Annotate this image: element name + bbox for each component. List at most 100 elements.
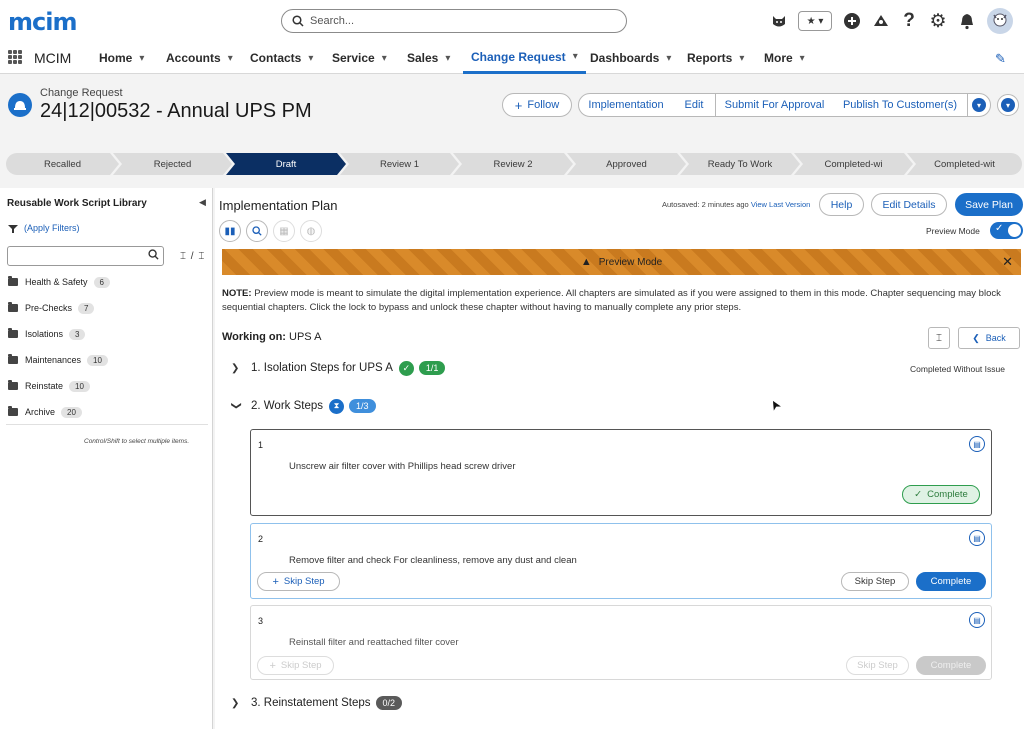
search-icon[interactable] bbox=[246, 220, 268, 242]
trailhead-icon[interactable] bbox=[870, 10, 892, 32]
complete-button[interactable]: ✓ Complete bbox=[902, 485, 980, 504]
path-step-review-1[interactable]: Review 1 bbox=[340, 153, 459, 175]
nav-item-accounts[interactable]: Accounts ▾ bbox=[166, 42, 233, 74]
cat-avatar-icon[interactable] bbox=[768, 10, 790, 32]
collapse-all-button[interactable]: ⌶ bbox=[928, 327, 950, 349]
nav-item-more[interactable]: More ▾ bbox=[764, 42, 805, 74]
more-actions-dropdown[interactable]: ▾ bbox=[967, 93, 991, 117]
library-title: Reusable Work Script Library bbox=[7, 198, 147, 209]
library-item-maintenances[interactable]: Maintenances 10 bbox=[8, 352, 108, 368]
path-step-ready-to-work[interactable]: Ready To Work bbox=[680, 153, 800, 175]
chevron-down-icon[interactable]: ▾ bbox=[573, 51, 578, 62]
filter-icon[interactable] bbox=[8, 224, 18, 237]
nav-item-reports[interactable]: Reports ▾ bbox=[687, 42, 744, 74]
complete-button[interactable]: Complete bbox=[916, 656, 986, 675]
chapter-reinstatement-steps[interactable]: ❯ 3. Reinstatement Steps 0/2 bbox=[231, 692, 403, 714]
path-step-recalled[interactable]: Recalled bbox=[6, 153, 119, 175]
follow-button[interactable]: + Follow bbox=[502, 93, 572, 117]
chevron-down-icon[interactable]: ▾ bbox=[228, 53, 233, 64]
header-menu-dropdown[interactable]: ▾ bbox=[997, 94, 1019, 116]
favorites-star-icon[interactable]: ★ ▾ bbox=[798, 11, 832, 31]
skip-step-button[interactable]: Skip Step bbox=[846, 656, 909, 675]
library-item-archive[interactable]: Archive 20 bbox=[8, 404, 82, 420]
change-request-icon bbox=[8, 93, 32, 117]
nav-item-service[interactable]: Service ▾ bbox=[332, 42, 387, 74]
nav-item-sales[interactable]: Sales ▾ bbox=[407, 42, 450, 74]
nav-label: Change Request bbox=[471, 49, 566, 64]
skip-step-add-button[interactable]: + Skip Step bbox=[257, 656, 334, 675]
skip-step-button[interactable]: Skip Step bbox=[841, 572, 909, 591]
nav-item-home[interactable]: Home ▾ bbox=[99, 42, 144, 74]
user-avatar-icon[interactable] bbox=[987, 8, 1013, 34]
nav-item-dashboards[interactable]: Dashboards ▾ bbox=[590, 42, 671, 74]
step-number: 3 bbox=[258, 616, 264, 626]
chapter-isolation-steps[interactable]: ❯ 1. Isolation Steps for UPS A ✓ 1/1 bbox=[231, 357, 446, 379]
collapse-left-icon[interactable]: ◀ bbox=[199, 197, 206, 208]
path-step-rejected[interactable]: Rejected bbox=[113, 153, 232, 175]
chevron-down-icon[interactable]: ▾ bbox=[800, 53, 805, 64]
library-item-health-safety[interactable]: Health & Safety 6 bbox=[8, 274, 110, 290]
hourglass-icon: ⧗ bbox=[329, 398, 345, 414]
layout-icon[interactable]: ▦ bbox=[273, 220, 295, 242]
object-label: Change Request bbox=[40, 87, 123, 99]
library-item-isolations[interactable]: Isolations 3 bbox=[8, 326, 86, 342]
skip-step-label: Skip Step bbox=[283, 576, 325, 587]
clipboard-icon[interactable]: ▤ bbox=[969, 530, 985, 546]
save-plan-button[interactable]: Save Plan bbox=[955, 193, 1023, 216]
search-icon[interactable] bbox=[148, 249, 159, 263]
chevron-down-icon[interactable]: ▾ bbox=[739, 53, 744, 64]
publish-to-customers-button[interactable]: Publish To Customer(s) bbox=[833, 93, 968, 117]
chevron-down-icon[interactable]: ▾ bbox=[382, 53, 387, 64]
settings-gear-icon[interactable]: ⚙ bbox=[927, 10, 949, 32]
notifications-bell-icon[interactable] bbox=[956, 10, 978, 32]
nav-label: Accounts bbox=[166, 51, 221, 65]
global-search[interactable] bbox=[281, 9, 627, 33]
book-view-icon[interactable]: ▮▮ bbox=[219, 220, 241, 242]
expand-collapse-all-icon[interactable]: ⌶ / ⌶ bbox=[180, 251, 205, 262]
path-step-completed-wi[interactable]: Completed-wi bbox=[794, 153, 913, 175]
path-step-completed-wit[interactable]: Completed-wit bbox=[907, 153, 1022, 175]
mcim-logo[interactable]: mcim bbox=[8, 8, 77, 36]
nav-label: Dashboards bbox=[590, 51, 660, 65]
chevron-right-icon[interactable]: ❯ bbox=[231, 698, 241, 709]
app-launcher-icon[interactable] bbox=[8, 50, 22, 64]
close-icon[interactable]: ✕ bbox=[1002, 254, 1013, 270]
edit-details-button[interactable]: Edit Details bbox=[871, 193, 947, 216]
skip-step-add-button[interactable]: + Skip Step bbox=[257, 572, 340, 591]
complete-button[interactable]: Complete bbox=[916, 572, 986, 591]
database-icon[interactable]: ◍ bbox=[300, 220, 322, 242]
chevron-right-icon[interactable]: ❯ bbox=[231, 363, 241, 374]
library-search-input[interactable] bbox=[7, 246, 164, 266]
apply-filters-link[interactable]: (Apply Filters) bbox=[24, 223, 80, 233]
chevron-down-icon[interactable]: ▾ bbox=[445, 53, 450, 64]
edit-button[interactable]: Edit bbox=[673, 93, 716, 117]
chapter-work-steps[interactable]: ❯ 2. Work Steps ⧗ 1/3 bbox=[231, 395, 376, 417]
nav-item-contacts[interactable]: Contacts ▾ bbox=[250, 42, 313, 74]
chevron-down-icon[interactable]: ❯ bbox=[231, 401, 242, 411]
path-step-draft[interactable]: Draft bbox=[226, 153, 346, 175]
status-path: Recalled Rejected Draft Review 1 Review … bbox=[6, 153, 1022, 175]
nav-item-change-request[interactable]: Change Request ▾ bbox=[463, 42, 586, 74]
add-icon[interactable] bbox=[841, 10, 863, 32]
chevron-down-icon[interactable]: ▾ bbox=[308, 53, 313, 64]
implementation-button[interactable]: Implementation bbox=[578, 93, 674, 117]
check-circle-icon: ✓ bbox=[398, 360, 414, 376]
clipboard-icon[interactable]: ▤ bbox=[969, 612, 985, 628]
nav-label: Service bbox=[332, 51, 375, 65]
chevron-down-icon[interactable]: ▾ bbox=[666, 53, 671, 64]
pencil-edit-icon[interactable]: ✎ bbox=[995, 51, 1006, 67]
help-button[interactable]: Help bbox=[819, 193, 864, 216]
search-input[interactable] bbox=[310, 15, 600, 27]
view-last-version-link[interactable]: View Last Version bbox=[751, 200, 810, 209]
preview-mode-toggle[interactable]: ✓ bbox=[990, 222, 1023, 239]
clipboard-icon[interactable]: ▤ bbox=[969, 436, 985, 452]
path-step-approved[interactable]: Approved bbox=[567, 153, 686, 175]
back-button[interactable]: ❮ Back bbox=[958, 327, 1020, 349]
submit-for-approval-button[interactable]: Submit For Approval bbox=[715, 93, 834, 117]
path-step-review-2[interactable]: Review 2 bbox=[453, 153, 573, 175]
help-icon[interactable]: ? bbox=[898, 10, 920, 32]
library-item-reinstate[interactable]: Reinstate 10 bbox=[8, 378, 90, 394]
record-title: 24|12|00532 - Annual UPS PM bbox=[40, 100, 312, 122]
library-item-pre-checks[interactable]: Pre-Checks 7 bbox=[8, 300, 95, 316]
chevron-down-icon[interactable]: ▾ bbox=[139, 53, 144, 64]
